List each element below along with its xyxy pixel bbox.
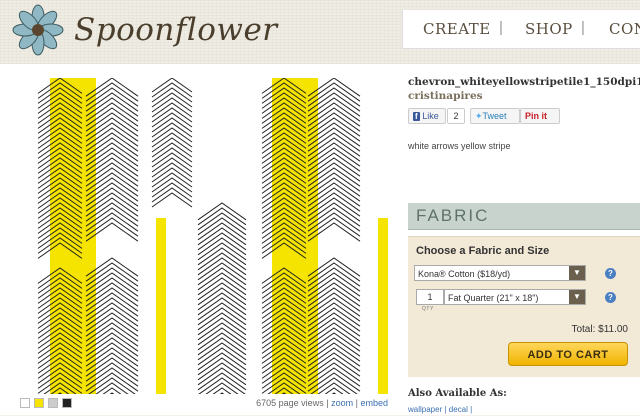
fabric-options-panel: Choose a Fabric and Size Kona® Cotton ($… [408,236,640,377]
design-description: white arrows yellow stripe [408,141,511,151]
also-available-links[interactable]: wallpaper | decal | [408,405,472,414]
choose-fabric-label: Choose a Fabric and Size [416,245,550,257]
add-to-cart-button[interactable]: ADD TO CART [508,342,628,366]
like-count: 2 [447,108,465,124]
chevron-down-icon: ▼ [569,290,585,304]
pinterest-button[interactable]: Pin it [520,108,560,124]
brand-name: Spoonflower [74,12,278,48]
page-stats: 6705 page views | zoom | embed [256,398,388,408]
nav-connect[interactable]: CON [609,20,640,38]
design-preview[interactable] [22,78,388,394]
swatch-white[interactable] [20,398,30,408]
designer-link[interactable]: cristinapires [408,90,483,102]
nav-separator: | [499,19,503,36]
chevron-down-icon: ▼ [569,266,585,280]
also-available-heading: Also Available As: [408,388,507,399]
quantity-input[interactable]: 1 [416,289,444,305]
fabric-select[interactable]: Kona® Cotton ($18/yd) ▼ [414,265,586,281]
help-icon[interactable]: ? [605,268,616,279]
help-icon[interactable]: ? [605,292,616,303]
swatch-yellow[interactable] [34,398,44,408]
swatch-gray[interactable] [48,398,58,408]
zoom-link[interactable]: zoom [331,398,353,408]
site-header: Spoonflower CREATE | SHOP | CON [0,0,640,64]
nav-shop[interactable]: SHOP [525,20,573,38]
facebook-like-button[interactable]: f Like [408,108,446,124]
embed-link[interactable]: embed [360,398,388,408]
tweet-button[interactable]: ✦Tweet [470,108,520,124]
design-title: chevron_whiteyellowstripetile1_150dpi16i… [408,76,640,88]
twitter-bird-icon: ✦ [475,111,483,121]
page-views: 6705 page views [256,398,324,408]
main-nav: CREATE | SHOP | CON [402,10,640,49]
quantity-label: QTY [422,306,434,312]
nav-create[interactable]: CREATE [423,20,491,38]
fabric-section-header: FABRIC [408,203,640,230]
size-select[interactable]: Fat Quarter (21" x 18") ▼ [444,289,586,305]
chevron-pattern-image [37,78,388,394]
order-total: Total: $11.00 [571,324,628,335]
swatch-black[interactable] [62,398,72,408]
color-swatches [20,398,76,408]
spoonflower-logo[interactable]: Spoonflower [2,0,277,64]
nav-separator: | [581,19,585,36]
flower-logo-icon [12,4,64,56]
facebook-icon: f [413,112,420,121]
